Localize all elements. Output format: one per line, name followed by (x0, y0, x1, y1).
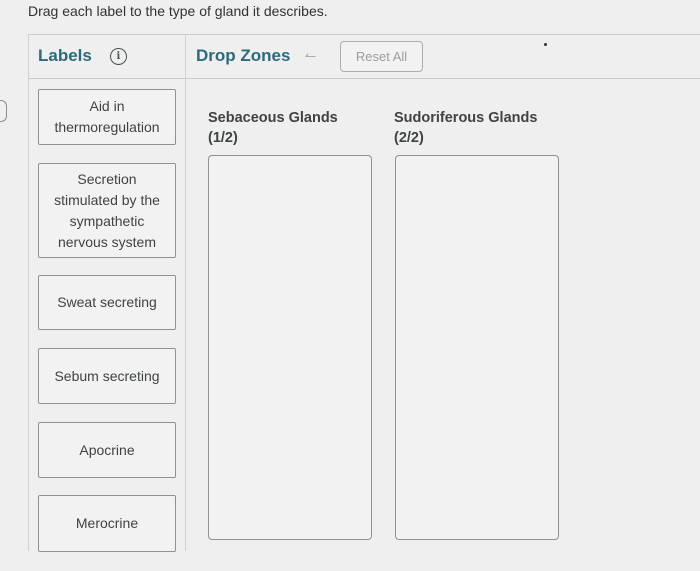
label-text: Apocrine (79, 441, 135, 458)
label-card-sebum-secreting[interactable]: Sebum secreting (38, 348, 176, 404)
label-card-apocrine[interactable]: Apocrine (38, 422, 176, 478)
label-card-merocrine[interactable]: Merocrine (38, 495, 176, 552)
divider-middle (185, 34, 186, 551)
drop-zones-header: Drop Zones ↼ (196, 46, 316, 66)
labels-title: Labels (38, 46, 92, 65)
labels-header: Labels i (38, 46, 127, 66)
undo-arrow-icon[interactable]: ↼ (304, 48, 316, 65)
label-card-aid-in-thermoregulation[interactable]: Aid in thermoregulation (38, 89, 176, 145)
reset-all-button[interactable]: Reset All (340, 41, 423, 72)
instructions-text: Drag each label to the type of gland it … (28, 3, 328, 19)
zone-name: Sudoriferous Glands (394, 110, 538, 126)
left-edge-handle (0, 100, 7, 122)
zone-name: Sebaceous Glands (208, 110, 338, 126)
speck (544, 43, 547, 46)
label-text: Aid in thermoregulation (54, 98, 160, 135)
label-text: Sweat secreting (57, 294, 157, 310)
sebaceous-zone-title: Sebaceous Glands (1/2) (208, 108, 338, 148)
label-text: Merocrine (75, 515, 139, 531)
label-text: Secretion stimulated by the sympathetic … (54, 170, 160, 250)
info-icon[interactable]: i (109, 47, 127, 65)
zone-count: (2/2) (394, 130, 424, 146)
header-divider (28, 78, 700, 79)
label-text: Sebum secreting (54, 367, 160, 384)
label-card-sweat-secreting[interactable]: Sweat secreting (38, 275, 176, 330)
label-card-secretion-stimulated[interactable]: Secretion stimulated by the sympathetic … (38, 163, 176, 258)
drop-zones-title: Drop Zones (196, 46, 291, 65)
drop-zone-sudoriferous-glands[interactable] (395, 155, 559, 540)
drop-zone-sebaceous-glands[interactable] (208, 155, 372, 540)
divider-left (28, 34, 29, 551)
zone-count: (1/2) (208, 130, 238, 146)
sudoriferous-zone-title: Sudoriferous Glands (2/2) (394, 108, 537, 148)
